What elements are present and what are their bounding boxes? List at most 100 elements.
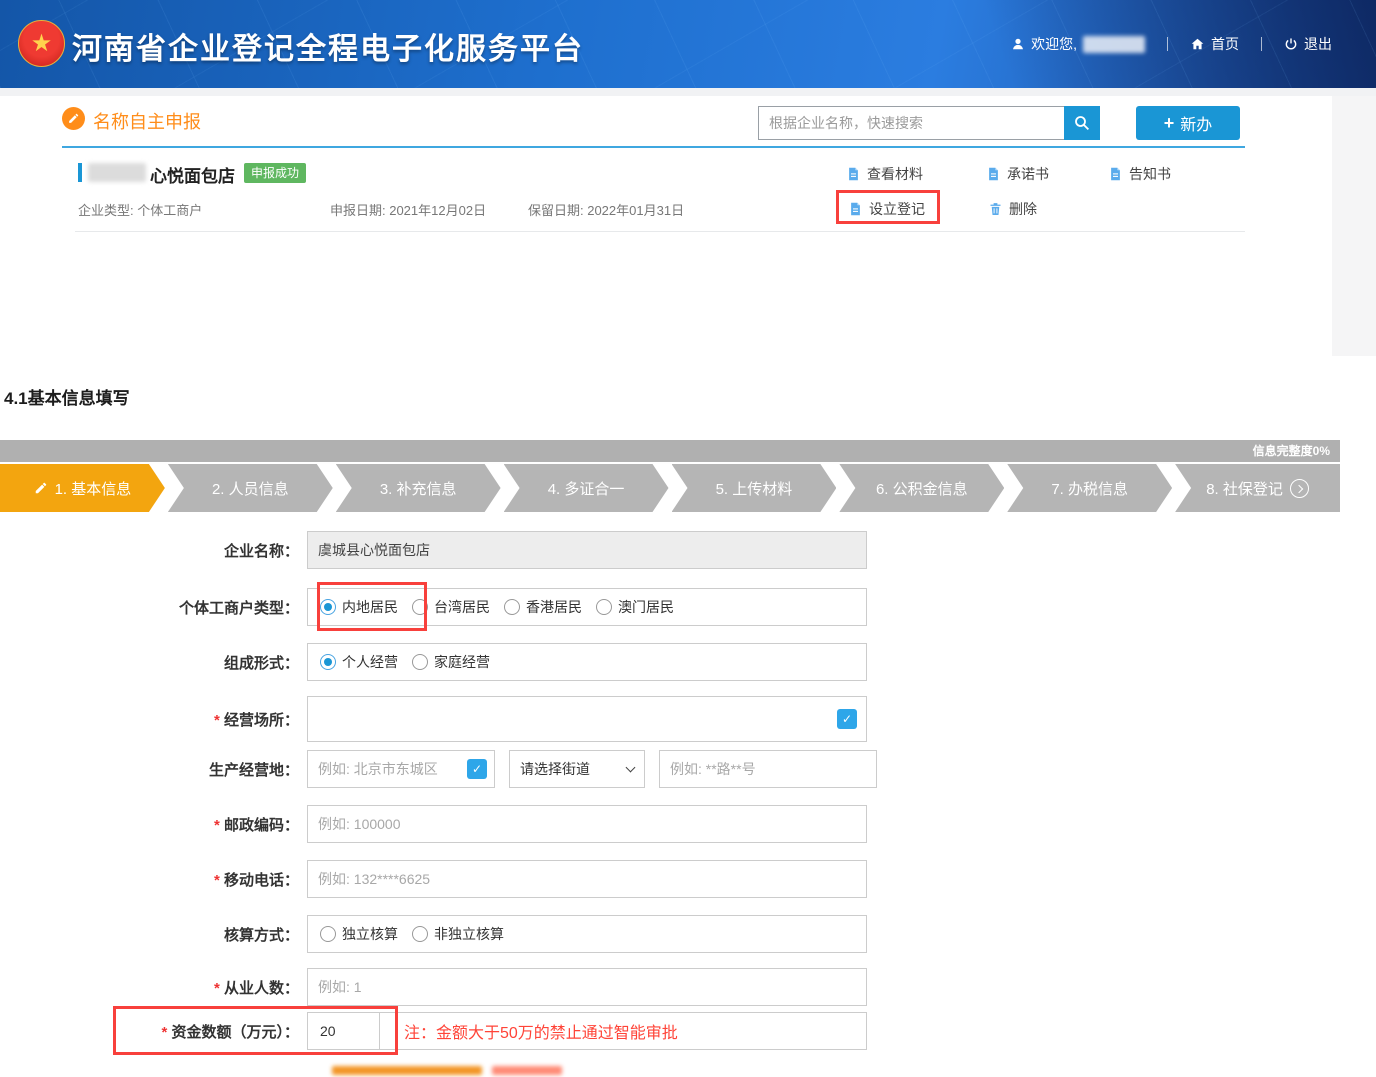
radio-label: 内地居民: [342, 597, 398, 617]
radio-individual-operation[interactable]: 个人经营: [320, 652, 398, 672]
tab-step-housing-fund[interactable]: 6. 公积金信息: [839, 464, 1004, 512]
capital-amount-note: 注：金额大于50万的禁止通过智能审批: [404, 1019, 678, 1043]
company-name-label: 企业名称：: [0, 540, 307, 561]
tab-step-supplement-info[interactable]: 3. 补充信息: [336, 464, 501, 512]
notification-letter-link[interactable]: 告知书: [1108, 164, 1171, 184]
radio-label: 独立核算: [342, 924, 398, 944]
commitment-letter-link[interactable]: 承诺书: [986, 164, 1049, 184]
radio-label: 家庭经营: [434, 652, 490, 672]
notification-letter-label: 告知书: [1129, 164, 1171, 184]
postal-code-label: 邮政编码：: [0, 814, 307, 835]
radio-non-independent-accounting[interactable]: 非独立核算: [412, 924, 504, 944]
radio-independent-accounting[interactable]: 独立核算: [320, 924, 398, 944]
home-label: 首页: [1211, 34, 1239, 54]
trash-icon: [988, 201, 1003, 217]
header-user-bar: 欢迎您, 首页 退出: [1011, 0, 1332, 88]
tab-step-multi-cert[interactable]: 4. 多证合一: [504, 464, 669, 512]
radio-dot-icon: [320, 654, 336, 670]
commitment-letter-label: 承诺书: [1007, 164, 1049, 184]
new-application-button[interactable]: + 新办: [1136, 106, 1240, 140]
radio-macau-resident[interactable]: 澳门居民: [596, 597, 674, 617]
power-icon: [1284, 37, 1298, 51]
mobile-phone-field[interactable]: [307, 860, 867, 898]
delete-link[interactable]: 删除: [988, 199, 1037, 219]
delete-label: 删除: [1009, 199, 1037, 219]
accounting-method-label: 核算方式：: [0, 924, 307, 945]
tab-step-basic-info[interactable]: 1. 基本信息: [0, 464, 165, 512]
header-bottom-band: [0, 88, 1376, 96]
street-address-field[interactable]: [659, 750, 877, 788]
business-place-field[interactable]: [307, 696, 867, 742]
record-divider: [75, 231, 1245, 232]
search-input[interactable]: [758, 106, 1064, 140]
radio-dot-icon: [320, 926, 336, 942]
mobile-phone-label: 移动电话：: [0, 869, 307, 890]
street-select[interactable]: 请选择街道: [509, 750, 645, 788]
composition-group: 个人经营 家庭经营: [307, 643, 867, 681]
step-label: 4. 多证合一: [548, 478, 625, 499]
redacted-username: [1083, 36, 1145, 53]
status-badge: 申报成功: [244, 163, 306, 183]
row-household-type: 个体工商户类型： 内地居民 台湾居民 香港居民 澳门居民: [0, 588, 867, 626]
header-divider: [1167, 37, 1168, 51]
step-label: 1. 基本信息: [55, 478, 132, 499]
home-link[interactable]: 首页: [1190, 34, 1239, 54]
completeness-bar: 信息完整度0%: [0, 440, 1340, 462]
radio-dot-icon: [412, 926, 428, 942]
document-icon: [1108, 166, 1123, 182]
business-place-label: 经营场所：: [0, 709, 307, 730]
national-emblem-logo: ★: [18, 20, 65, 67]
accounting-method-group: 独立核算 非独立核算: [307, 915, 867, 953]
postal-code-field[interactable]: [307, 805, 867, 843]
chevron-right-circle-icon[interactable]: [1290, 479, 1309, 498]
user-icon: [1011, 37, 1025, 51]
radio-dot-icon: [504, 599, 520, 615]
record-company-type: 企业类型: 个体工商户: [78, 200, 202, 219]
view-materials-label: 查看材料: [867, 164, 923, 184]
address-picker-icon[interactable]: [837, 709, 857, 729]
document-icon: [986, 166, 1001, 182]
step-label: 8. 社保登记: [1206, 478, 1283, 499]
radio-label: 澳门居民: [618, 597, 674, 617]
step-label: 6. 公积金信息: [876, 478, 968, 499]
logout-label: 退出: [1304, 34, 1332, 54]
tab-step-personnel-info[interactable]: 2. 人员信息: [168, 464, 333, 512]
tab-step-social-security[interactable]: 8. 社保登记: [1175, 464, 1340, 512]
page-right-gutter: [1332, 96, 1376, 356]
employee-count-field[interactable]: [307, 968, 867, 1006]
radio-label: 台湾居民: [434, 597, 490, 617]
logout-link[interactable]: 退出: [1284, 34, 1332, 54]
chevron-down-icon: [626, 762, 636, 772]
radio-family-operation[interactable]: 家庭经营: [412, 652, 490, 672]
radio-hongkong-resident[interactable]: 香港居民: [504, 597, 582, 617]
establish-registration-link[interactable]: 设立登记: [848, 199, 925, 219]
plus-icon: +: [1164, 114, 1175, 132]
header-divider: [1261, 37, 1262, 51]
row-accounting-method: 核算方式： 独立核算 非独立核算: [0, 915, 867, 953]
pencil-icon: [34, 481, 48, 495]
company-name-field: [307, 531, 867, 569]
document-edit-icon: [846, 166, 861, 182]
cutoff-blurred-text: [332, 1066, 482, 1075]
view-materials-link[interactable]: 查看材料: [846, 164, 923, 184]
document-icon: [848, 201, 863, 217]
radio-dot-icon: [412, 654, 428, 670]
redacted-company-prefix: [88, 163, 146, 182]
step-label: 3. 补充信息: [380, 478, 457, 499]
radio-mainland-resident[interactable]: 内地居民: [320, 597, 398, 617]
radio-label: 香港居民: [526, 597, 582, 617]
capital-amount-field[interactable]: 20: [308, 1013, 380, 1049]
cutoff-blurred-text: [492, 1066, 562, 1075]
radio-taiwan-resident[interactable]: 台湾居民: [412, 597, 490, 617]
row-business-place: 经营场所：: [0, 696, 867, 742]
new-application-label: 新办: [1180, 111, 1212, 135]
tab-step-tax-info[interactable]: 7. 办税信息: [1007, 464, 1172, 512]
row-company-name: 企业名称：: [0, 531, 867, 569]
production-place-label: 生产经营地：: [0, 759, 307, 780]
page: ★ 河南省企业登记全程电子化服务平台 欢迎您, 首页: [0, 0, 1376, 1077]
tab-step-upload-materials[interactable]: 5. 上传材料: [672, 464, 837, 512]
row-production-place: 生产经营地： 请选择街道: [0, 750, 877, 788]
district-picker-icon[interactable]: [467, 759, 487, 779]
section-underline: [62, 146, 1245, 148]
search-button[interactable]: [1064, 106, 1100, 140]
